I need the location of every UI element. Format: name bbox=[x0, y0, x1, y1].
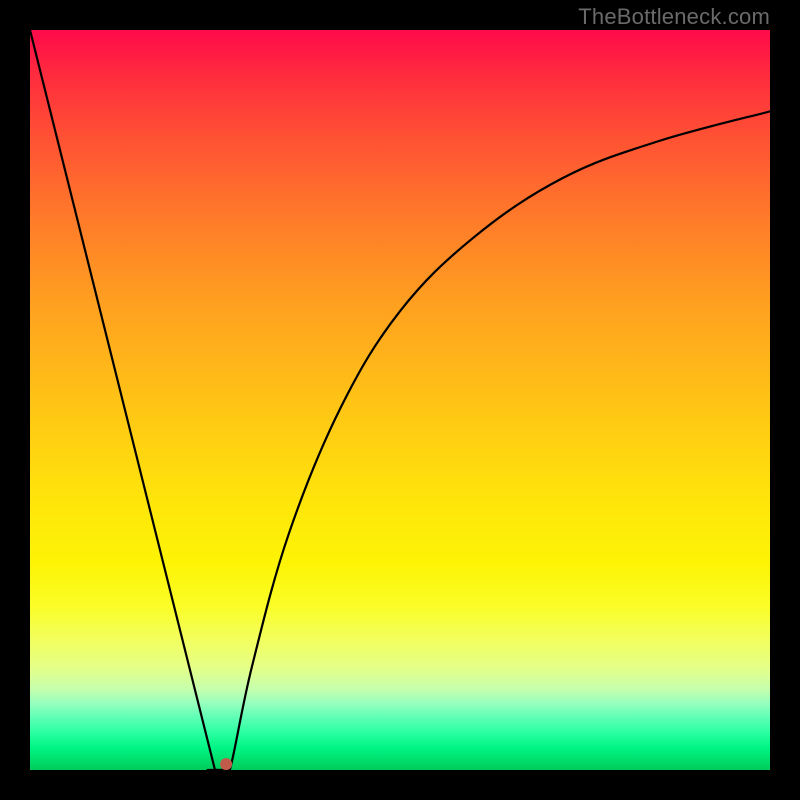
attribution-watermark: TheBottleneck.com bbox=[578, 4, 770, 30]
optimum-marker bbox=[220, 758, 232, 770]
bottleneck-curve bbox=[30, 30, 770, 770]
plot-area bbox=[30, 30, 770, 770]
chart-frame: TheBottleneck.com bbox=[0, 0, 800, 800]
